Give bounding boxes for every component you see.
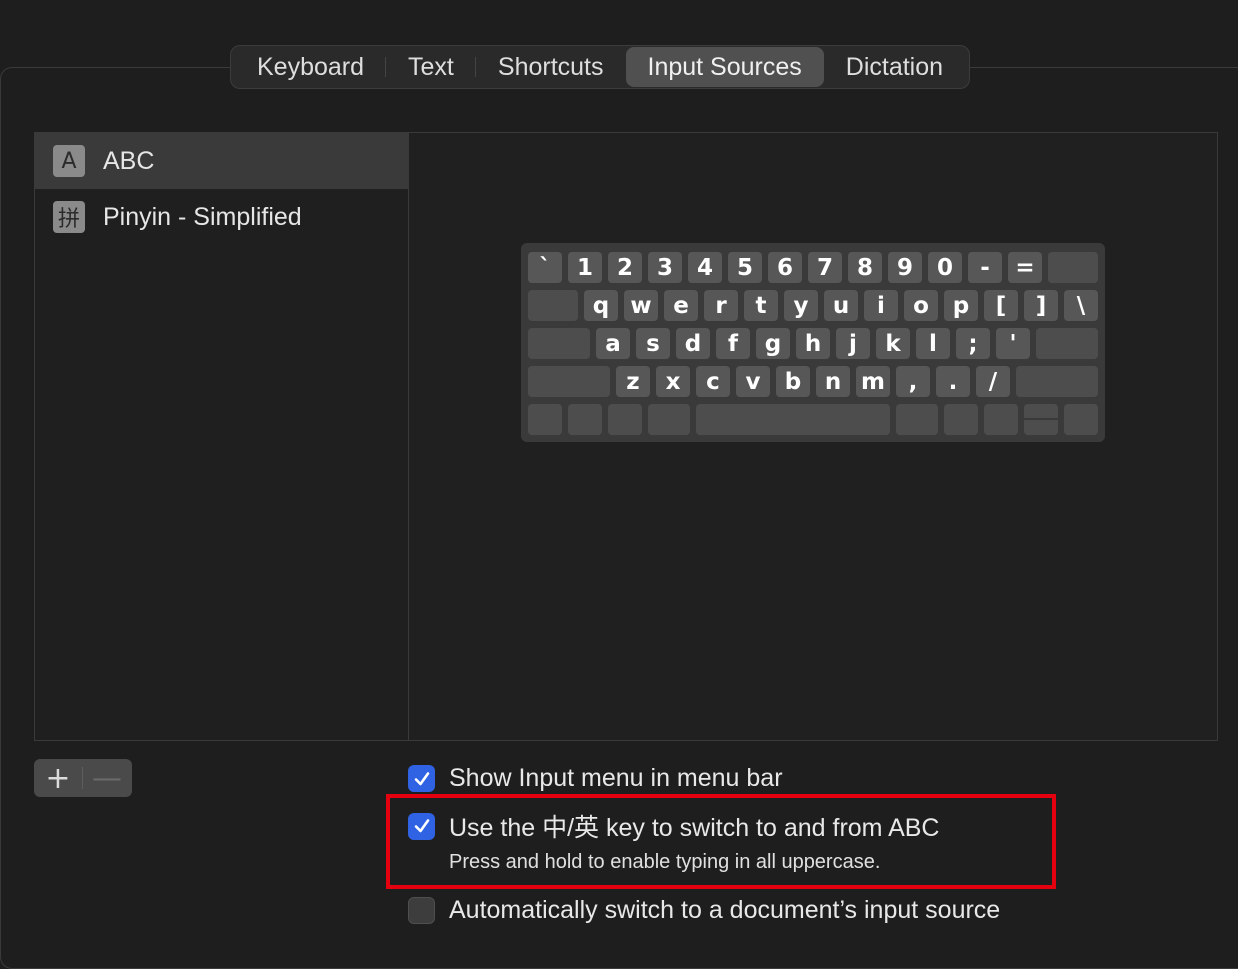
keyboard-key: a xyxy=(596,328,630,359)
keyboard-key: 8 xyxy=(848,252,882,283)
tab-shortcuts[interactable]: Shortcuts xyxy=(476,47,626,87)
keyboard-key: h xyxy=(796,328,830,359)
keyboard-key: t xyxy=(744,290,778,321)
tab-bar: Keyboard Text Shortcuts Input Sources Di… xyxy=(230,45,971,89)
keyboard-key: k xyxy=(876,328,910,359)
keyboard-key: ` xyxy=(528,252,562,283)
abc-source-icon: A xyxy=(53,145,85,177)
keyboard-blank-key xyxy=(528,290,578,321)
keyboard-key: ' xyxy=(996,328,1030,359)
keyboard-key: l xyxy=(916,328,950,359)
keyboard-blank-key xyxy=(528,366,610,397)
keyboard-key: ; xyxy=(956,328,990,359)
keyboard-key: 4 xyxy=(688,252,722,283)
keyboard-key: d xyxy=(676,328,710,359)
keyboard-arrow-key xyxy=(1024,404,1058,435)
keyboard-key: 5 xyxy=(728,252,762,283)
keyboard-layout-preview: ` 1 2 3 4 5 6 7 8 9 0- = q w e r t y u i o p[] \ a s d f g h j k l; ' z x c… xyxy=(521,243,1105,442)
keyboard-key: o xyxy=(904,290,938,321)
auto-switch-checkbox[interactable] xyxy=(408,897,435,924)
keyboard-blank-key xyxy=(984,404,1018,435)
keyboard-key: 0 xyxy=(928,252,962,283)
keyboard-key: x xyxy=(656,366,690,397)
keyboard-key: q xyxy=(584,290,618,321)
show-input-menu-label: Show Input menu in menu bar xyxy=(449,764,783,792)
add-source-button[interactable]: + xyxy=(34,759,82,797)
keyboard-blank-key xyxy=(1064,404,1098,435)
keyboard-key: / xyxy=(976,366,1010,397)
keyboard-blank-key xyxy=(528,328,590,359)
list-buttons: + — xyxy=(34,759,132,797)
show-input-menu-option[interactable]: Show Input menu in menu bar xyxy=(408,764,783,793)
input-source-pinyin[interactable]: 拼 Pinyin - Simplified xyxy=(35,189,408,245)
keyboard-key: f xyxy=(716,328,750,359)
keyboard-key: 9 xyxy=(888,252,922,283)
keyboard-key: c xyxy=(696,366,730,397)
keyboard-key: z xyxy=(616,366,650,397)
keyboard-key: - xyxy=(968,252,1002,283)
tab-input-sources[interactable]: Input Sources xyxy=(625,47,824,87)
keyboard-key: [ xyxy=(984,290,1018,321)
keyboard-key: , xyxy=(896,366,930,397)
keyboard-key: r xyxy=(704,290,738,321)
keyboard-blank-key xyxy=(608,404,642,435)
keyboard-key: \ xyxy=(1064,290,1098,321)
keyboard-key: g xyxy=(756,328,790,359)
keyboard-key: = xyxy=(1008,252,1042,283)
tab-text[interactable]: Text xyxy=(386,47,476,87)
auto-switch-label: Automatically switch to a document’s inp… xyxy=(449,896,1001,924)
highlight-box xyxy=(386,794,1056,889)
keyboard-key: . xyxy=(936,366,970,397)
keyboard-key: 3 xyxy=(648,252,682,283)
keyboard-blank-key xyxy=(568,404,602,435)
input-source-label: ABC xyxy=(103,146,155,175)
keyboard-key: n xyxy=(816,366,850,397)
keyboard-key: ] xyxy=(1024,290,1058,321)
checkmark-icon xyxy=(414,771,429,785)
input-source-abc[interactable]: A ABC xyxy=(35,133,408,189)
input-source-label: Pinyin - Simplified xyxy=(103,202,302,231)
keyboard-key: v xyxy=(736,366,770,397)
keyboard-key: 7 xyxy=(808,252,842,283)
keyboard-blank-key xyxy=(696,404,890,435)
keyboard-key: j xyxy=(836,328,870,359)
keyboard-blank-key xyxy=(1016,366,1098,397)
keyboard-blank-key xyxy=(896,404,938,435)
tab-dictation[interactable]: Dictation xyxy=(824,47,965,87)
keyboard-key: 6 xyxy=(768,252,802,283)
keyboard-blank-key xyxy=(1048,252,1098,283)
keyboard-key: w xyxy=(624,290,658,321)
keyboard-blank-key xyxy=(1036,328,1098,359)
keyboard-key: 1 xyxy=(568,252,602,283)
keyboard-blank-key xyxy=(944,404,978,435)
keyboard-key: e xyxy=(664,290,698,321)
keyboard-key: i xyxy=(864,290,898,321)
tab-keyboard[interactable]: Keyboard xyxy=(235,47,387,87)
keyboard-blank-key xyxy=(528,404,562,435)
keyboard-key: m xyxy=(856,366,890,397)
keyboard-key: s xyxy=(636,328,670,359)
pinyin-source-icon: 拼 xyxy=(53,201,85,233)
auto-switch-option[interactable]: Automatically switch to a document’s inp… xyxy=(408,896,1000,925)
keyboard-blank-key xyxy=(648,404,690,435)
keyboard-key: 2 xyxy=(608,252,642,283)
show-input-menu-checkbox[interactable] xyxy=(408,765,435,792)
keyboard-key: u xyxy=(824,290,858,321)
keyboard-key: y xyxy=(784,290,818,321)
keyboard-key: b xyxy=(776,366,810,397)
remove-source-button[interactable]: — xyxy=(83,759,131,797)
input-source-list: A ABC 拼 Pinyin - Simplified xyxy=(34,132,409,741)
keyboard-key: p xyxy=(944,290,978,321)
